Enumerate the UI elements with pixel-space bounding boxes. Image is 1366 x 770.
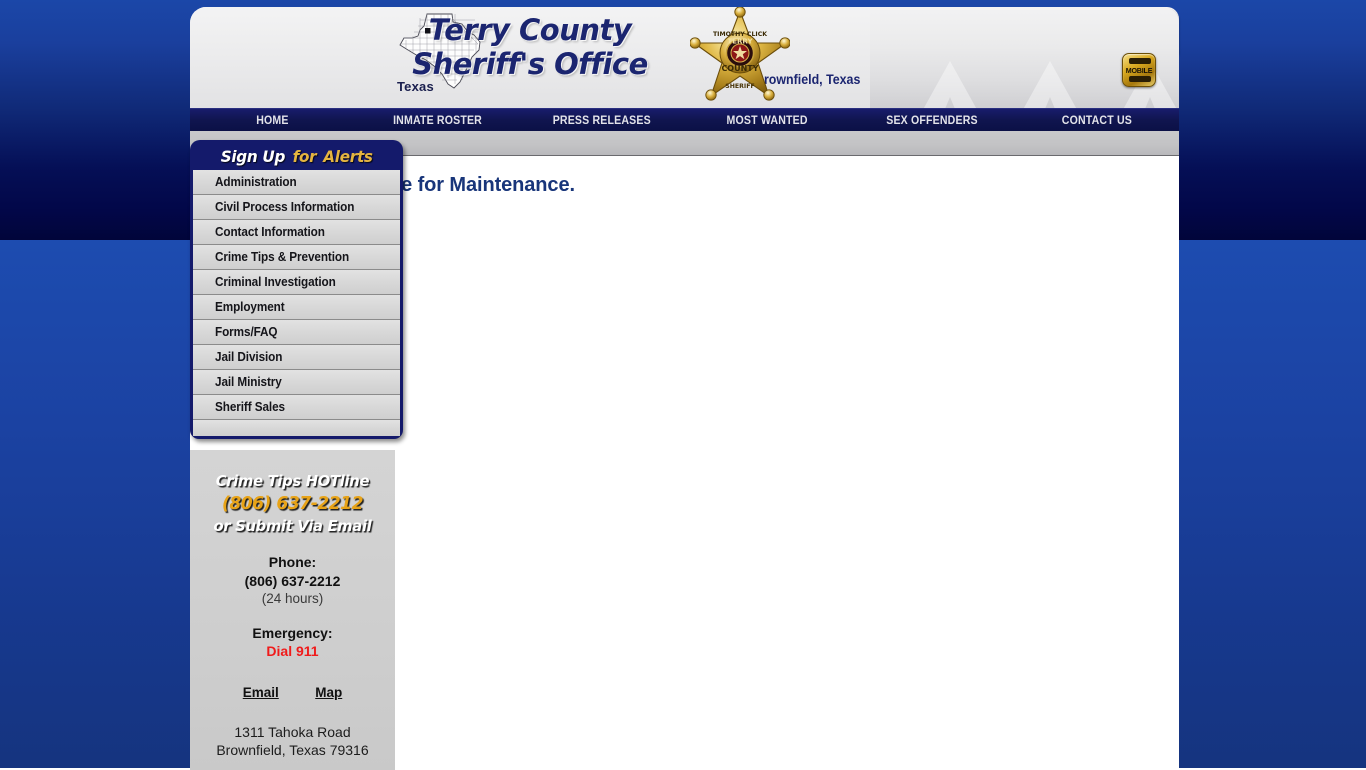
phone-group: Phone: (806) 637-2212 (24 hours) [196, 553, 389, 608]
nav-link-inmate-roster[interactable]: INMATE ROSTER [393, 113, 482, 127]
site-header: Texas Terry County Sheriff's Office Brow… [190, 0, 1179, 108]
sidebar-item-label: Forms/FAQ [215, 325, 278, 339]
mobile-site-icon[interactable]: MOBILE [1122, 53, 1156, 87]
sidebar-item-contact-information[interactable]: Contact Information [193, 220, 400, 245]
emergency-value: Dial 911 [266, 643, 319, 660]
phone-number: (806) 637-2212 [244, 572, 341, 589]
sidebar-item-criminal-investigation[interactable]: Criminal Investigation [193, 270, 400, 295]
nav-link-contact-us[interactable]: CONTACT US [1061, 113, 1131, 127]
nav-item-contact-us[interactable]: CONTACT US [1014, 111, 1179, 129]
sign-up-for-alerts-banner[interactable]: Sign Up for Alerts [193, 143, 400, 170]
mobile-icon-top-bar [1129, 58, 1151, 64]
office-address: 1311 Tahoka Road Brownfield, Texas 79316 [196, 724, 389, 760]
nav-link-sex-offenders[interactable]: SEX OFFENDERS [886, 113, 977, 127]
sidebar-item-civil-process-information[interactable]: Civil Process Information [193, 195, 400, 220]
mobile-icon-bottom-bar [1129, 76, 1151, 82]
nav-link-home[interactable]: HOME [256, 113, 288, 127]
nav-link-press-releases[interactable]: PRESS RELEASES [553, 113, 651, 127]
contact-links: Email Map [196, 684, 389, 702]
alerts-title-part1: Sign Up [220, 147, 286, 166]
texas-map-label: Texas [397, 79, 434, 94]
site-container: Texas Terry County Sheriff's Office Brow… [190, 0, 1179, 770]
sidebar-item-label: Sheriff Sales [215, 400, 285, 414]
sidebar-item-administration[interactable]: Administration [193, 170, 400, 195]
map-link[interactable]: Map [315, 685, 342, 700]
sidebar-item-jail-ministry[interactable]: Jail Ministry [193, 370, 400, 395]
sidebar-item-label: Jail Division [215, 350, 283, 364]
sidebar-item-label: Jail Ministry [215, 375, 282, 389]
sidebar-contact-box: Crime Tips HOTline (806) 637-2212 or Sub… [190, 450, 395, 770]
crime-tips-hotline-label: Crime Tips HOTline [215, 472, 370, 490]
nav-list: HOME INMATE ROSTER PRESS RELEASES MOST W… [190, 109, 1179, 131]
phone-label: Phone: [268, 554, 317, 571]
email-link[interactable]: Email [243, 685, 279, 700]
crime-tips-submit-email-label[interactable]: or Submit Via Email [201, 515, 384, 537]
nav-item-press-releases[interactable]: PRESS RELEASES [520, 111, 685, 129]
sidebar-item-label: Administration [215, 175, 297, 189]
sidebar-item-crime-tips-prevention[interactable]: Crime Tips & Prevention [193, 245, 400, 270]
address-line1: 1311 Tahoka Road [234, 724, 351, 741]
site-title-line1: Terry County [428, 13, 632, 47]
sidebar-item-employment[interactable]: Employment [193, 295, 400, 320]
crime-tips-hotline-number[interactable]: (806) 637-2212 [201, 492, 384, 515]
emergency-label: Emergency: [252, 624, 333, 641]
sidebar-item-label: Contact Information [215, 225, 325, 239]
emergency-group: Emergency: Dial 911 [196, 624, 389, 660]
main-navigation: HOME INMATE ROSTER PRESS RELEASES MOST W… [190, 108, 1179, 131]
alerts-title-part2: for [292, 147, 317, 166]
sidebar-item-sheriff-sales[interactable]: Sheriff Sales [193, 395, 400, 420]
site-title-line2: Sheriff's Office [412, 47, 648, 81]
site-title: Terry County Sheriff's Office [320, 16, 740, 79]
sidebar-item-jail-division[interactable]: Jail Division [193, 345, 400, 370]
nav-item-inmate-roster[interactable]: INMATE ROSTER [355, 111, 520, 129]
nav-item-home[interactable]: HOME [190, 111, 355, 129]
nav-link-most-wanted[interactable]: MOST WANTED [726, 113, 807, 127]
sidebar-menu-box: Sign Up for Alerts Administration Civil … [190, 140, 403, 439]
sidebar-menu-list: Administration Civil Process Information… [193, 170, 400, 436]
address-line2: Brownfield, Texas 79316 [216, 742, 369, 759]
svg-text:TERRY: TERRY [727, 38, 753, 46]
phone-hours-note: (24 hours) [261, 590, 324, 606]
nav-item-sex-offenders[interactable]: SEX OFFENDERS [849, 111, 1014, 129]
left-sidebar: Sign Up for Alerts Administration Civil … [190, 140, 403, 770]
sidebar-item-label: Crime Tips & Prevention [215, 250, 350, 264]
svg-text:SHERIFF: SHERIFF [725, 83, 754, 90]
sidebar-item-forms-faq[interactable]: Forms/FAQ [193, 320, 400, 345]
sheriff-star-badge-icon: TIMOTHY CLICK TERRY COUNTY SHERIFF [690, 7, 790, 102]
nav-item-most-wanted[interactable]: MOST WANTED [684, 111, 849, 129]
alerts-title-part3: Alerts [323, 147, 373, 166]
svg-text:COUNTY: COUNTY [721, 64, 758, 73]
sidebar-menu-spacer [193, 420, 400, 436]
sidebar-item-label: Employment [215, 300, 285, 314]
mobile-icon-label: MOBILE [1125, 65, 1153, 75]
sidebar-item-label: Criminal Investigation [215, 275, 336, 289]
sidebar-item-label: Civil Process Information [215, 200, 355, 214]
